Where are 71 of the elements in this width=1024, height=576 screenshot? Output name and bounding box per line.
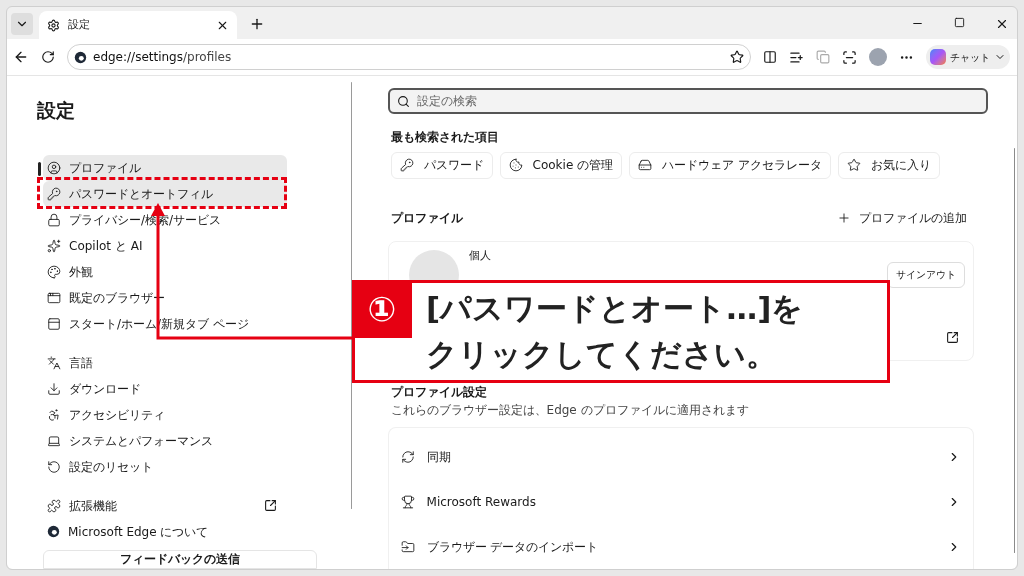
plus-icon [836,210,851,225]
section-heading: 最も検索された項目 [390,128,500,146]
sidebar-item[interactable]: パスワードとオートフィル [43,180,287,207]
item-icon [47,407,61,422]
item-icon [47,459,61,474]
item-icon [47,264,61,279]
maximize-icon[interactable] [954,17,965,28]
screenshot-icon[interactable] [842,49,857,65]
chip-icon [399,158,414,173]
instruction-text: クリックしてください。 [426,335,778,374]
item-icon [47,186,61,201]
settings-row[interactable]: 同期 [388,434,973,479]
favorites-icon[interactable] [789,49,804,65]
chat-button[interactable]: チャット [926,45,1010,69]
item-icon [47,290,61,305]
sidebar-item[interactable]: Microsoft Edge について [43,518,287,545]
step-number: ① [352,280,412,338]
search-field[interactable]: 設定の検索 [387,88,988,114]
new-tab-icon[interactable] [249,16,265,32]
sidebar-item[interactable]: ダウンロード [43,375,287,402]
item-icon [47,381,61,396]
instruction-text: [パスワードとオート…]を [426,289,804,328]
row-icon [400,494,415,509]
sidebar-item[interactable]: 拡張機能 [43,492,287,519]
row-icon [400,449,415,464]
back-icon[interactable] [13,49,29,65]
settings-row[interactable]: ブラウザー データのインポート [388,524,973,569]
close-icon[interactable] [995,17,1009,31]
sidebar-item[interactable]: システムとパフォーマンス [43,427,287,454]
chip-icon [638,158,653,173]
external-link-icon[interactable] [945,330,959,344]
sidebar-item[interactable]: 言語 [43,349,287,376]
profile-name: 個人 [468,247,491,264]
item-icon [47,212,61,227]
sidebar-item[interactable]: アクセシビリティ [43,401,287,428]
search-chip[interactable]: お気に入り [837,151,940,179]
item-icon [47,355,61,370]
row-icon [400,539,415,554]
sidebar-item[interactable]: 外観 [43,258,287,285]
section-heading: プロファイル設定 [390,384,488,401]
chip-icon [508,158,523,173]
settings-row[interactable]: Microsoft Rewards [388,479,973,524]
tab-list-button[interactable] [11,13,33,35]
item-icon [47,316,61,331]
item-icon [47,238,61,253]
refresh-icon[interactable] [41,50,55,64]
edge-logo-icon [47,525,60,538]
split-screen-icon[interactable] [763,50,777,64]
copilot-icon [930,49,946,65]
feedback-button[interactable]: フィードバックの送信 [43,549,317,569]
sidebar-item[interactable]: 設定のリセット [43,453,287,480]
scrollbar[interactable] [1013,148,1014,553]
edge-logo-icon [74,50,87,64]
settings-title: 設定 [37,98,76,123]
sidebar-item[interactable]: プロファイル [43,154,287,181]
item-icon [47,160,61,175]
settings-icon [47,18,60,32]
add-profile-button[interactable]: プロファイルの追加 [836,208,967,227]
search-icon [396,95,410,108]
chip-icon [846,158,861,173]
sidebar-item[interactable]: Copilot と AI [43,232,287,259]
browser-tab[interactable]: 設定 [39,11,237,39]
scrollbar[interactable] [351,82,352,509]
favorite-star-icon[interactable] [730,50,744,64]
search-chip[interactable]: Cookie の管理 [499,151,623,179]
search-chip[interactable]: ハードウェア アクセラレータ [629,151,831,179]
section-description: これらのブラウザー設定は、Edge のプロファイルに適用されます [390,402,750,419]
item-icon [47,498,61,513]
section-heading: プロファイル [390,209,463,227]
item-icon [47,433,61,448]
search-chip[interactable]: パスワード [390,151,493,179]
